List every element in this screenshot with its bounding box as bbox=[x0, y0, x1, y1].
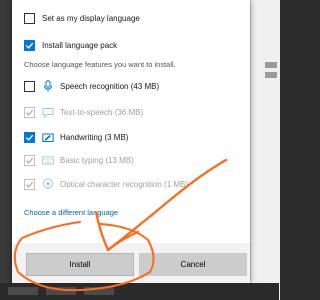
speech-recognition-checkbox[interactable] bbox=[24, 80, 35, 92]
language-pack-option[interactable]: Install language pack bbox=[24, 35, 117, 55]
background-window-text bbox=[265, 72, 277, 78]
ocr-checkbox bbox=[24, 178, 35, 190]
handwriting-icon bbox=[42, 131, 54, 143]
taskbar-item bbox=[84, 287, 114, 295]
text-to-speech-label: Text-to-speech (36 MB) bbox=[60, 107, 144, 117]
feature-speech-recognition[interactable]: Speech recognition (43 MB) bbox=[24, 76, 159, 96]
checkmark-icon bbox=[25, 109, 34, 116]
ocr-eye-icon bbox=[42, 178, 54, 190]
taskbar-strip bbox=[0, 283, 279, 300]
microphone-icon bbox=[42, 80, 54, 92]
choose-different-language-link[interactable]: Choose a different language bbox=[24, 208, 118, 217]
handwriting-label: Handwriting (3 MB) bbox=[60, 132, 129, 142]
display-language-label: Set as my display language bbox=[42, 13, 140, 23]
background-window bbox=[250, 0, 280, 300]
handwriting-checkbox[interactable] bbox=[24, 131, 35, 143]
cancel-button[interactable]: Cancel bbox=[139, 253, 247, 276]
keyboard-icon bbox=[42, 154, 54, 166]
checkmark-icon bbox=[25, 42, 34, 49]
dialog-footer: Install Cancel bbox=[12, 243, 250, 283]
language-pack-label: Install language pack bbox=[42, 40, 118, 50]
language-pack-checkbox[interactable] bbox=[24, 39, 35, 51]
ocr-label: Optical character recognition (1 MB) bbox=[60, 179, 189, 189]
feature-basic-typing: Basic typing (13 MB) bbox=[24, 150, 134, 170]
feature-handwriting[interactable]: Handwriting (3 MB) bbox=[24, 127, 128, 147]
speech-bubble-icon bbox=[42, 106, 54, 118]
background-window-text bbox=[265, 62, 277, 68]
checkmark-icon bbox=[25, 157, 34, 164]
speech-recognition-label: Speech recognition (43 MB) bbox=[60, 81, 160, 91]
install-button[interactable]: Install bbox=[26, 253, 134, 276]
section-label: Choose language features you want to ins… bbox=[24, 60, 176, 69]
checkmark-icon bbox=[25, 134, 34, 141]
checkmark-icon bbox=[25, 181, 34, 188]
display-language-checkbox[interactable] bbox=[24, 12, 35, 24]
basic-typing-checkbox bbox=[24, 154, 35, 166]
basic-typing-label: Basic typing (13 MB) bbox=[60, 155, 134, 165]
text-to-speech-checkbox bbox=[24, 106, 35, 118]
feature-text-to-speech: Text-to-speech (36 MB) bbox=[24, 102, 143, 122]
taskbar-item bbox=[46, 287, 76, 295]
display-language-option[interactable]: Set as my display language bbox=[24, 8, 140, 28]
feature-ocr: Optical character recognition (1 MB) bbox=[24, 174, 188, 194]
taskbar-item bbox=[8, 287, 38, 295]
